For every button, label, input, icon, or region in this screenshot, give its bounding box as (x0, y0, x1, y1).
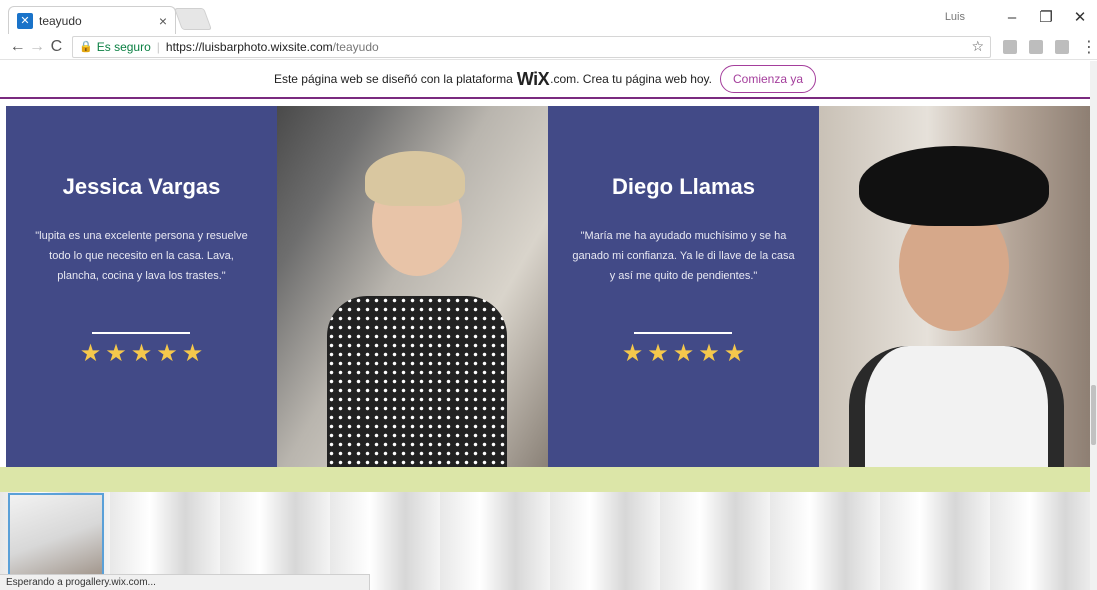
testimonial-name: Jessica Vargas (62, 174, 221, 199)
tab-strip: ✕ teayudo × Luis – ❐ ✕ (0, 0, 1097, 34)
star-icon: ★ (723, 340, 746, 367)
wix-logo: WiX (516, 68, 550, 89)
start-now-button[interactable]: Comienza ya (720, 65, 817, 93)
gallery-thumbnail[interactable] (8, 493, 104, 583)
divider (634, 332, 732, 334)
testimonial-name: Diego Llamas (611, 174, 756, 199)
page-scrollbar[interactable] (1090, 61, 1097, 590)
address-bar-row: ← → C 🔒 Es seguro | https://luisbarphoto… (0, 34, 1097, 60)
url-host: https://luisbarphoto.wixsite.com (165, 39, 333, 54)
cast-icon[interactable] (1029, 39, 1044, 54)
star-icon: ★ (672, 340, 695, 367)
star-icon: ★ (105, 340, 127, 367)
wix-banner: Este página web se diseñó con la platafo… (0, 61, 1090, 99)
divider (92, 332, 190, 334)
portrait-hat (859, 146, 1049, 226)
portrait-shirt (849, 346, 1064, 467)
portrait-dress (327, 296, 507, 467)
window-controls: Luis – ❐ ✕ (945, 0, 1097, 34)
back-icon[interactable]: ← (8, 38, 27, 56)
secure-label: Es seguro (96, 39, 151, 54)
extension-icon[interactable] (1003, 39, 1018, 54)
star-icon: ★ (181, 340, 204, 367)
testimonial-quote: "María me ha ayudado muchísimo y se ha g… (572, 230, 795, 282)
star-icon: ★ (698, 340, 720, 367)
star-icon: ★ (156, 340, 178, 367)
testimonials-strip: Jessica Vargas "lupita es una excelente … (6, 106, 1090, 467)
profile-badge[interactable]: Luis (945, 11, 965, 23)
star-icon: ★ (621, 340, 644, 367)
wix-favicon-icon: ✕ (17, 12, 33, 29)
browser-tab[interactable]: ✕ teayudo × (8, 6, 176, 34)
extension-icons (1003, 39, 1070, 54)
close-tab-icon[interactable]: × (159, 13, 167, 29)
star-icon: ★ (130, 340, 153, 367)
testimonial-photo-man (819, 106, 1090, 467)
close-window-icon[interactable]: ✕ (1063, 8, 1097, 26)
rating-stars: ★ ★ ★ ★ ★ (548, 342, 819, 366)
tab-title: teayudo (39, 13, 82, 28)
extension-icon[interactable] (1055, 39, 1070, 54)
banner-text: Este página web se diseñó con la platafo… (273, 72, 513, 86)
restore-icon[interactable]: ❐ (1029, 8, 1063, 26)
rating-stars: ★ ★ ★ ★ ★ (6, 342, 277, 366)
green-band (0, 467, 1090, 492)
url-separator: | (156, 39, 160, 54)
testimonial-card: Diego Llamas "María me ha ayudado muchís… (548, 106, 819, 467)
lock-icon: 🔒 (79, 41, 93, 53)
scrollbar-thumb[interactable] (1091, 385, 1096, 445)
testimonial-quote: "lupita es una excelente persona y resue… (35, 230, 248, 282)
reload-icon[interactable]: C (47, 38, 66, 56)
portrait-hair (365, 151, 465, 206)
testimonial-card: Jessica Vargas "lupita es una excelente … (6, 106, 277, 467)
new-tab-button[interactable] (173, 8, 213, 30)
banner-suffix: .com. Crea tu página web hoy. (550, 72, 712, 86)
star-icon: ★ (79, 340, 102, 367)
browser-menu-icon[interactable]: ⋮ (1081, 37, 1097, 57)
minimize-icon[interactable]: – (995, 9, 1029, 26)
star-icon: ★ (647, 340, 669, 367)
testimonial-photo-woman (277, 106, 548, 467)
url-path: /teayudo (332, 39, 379, 54)
status-bar: Esperando a progallery.wix.com... (0, 574, 370, 590)
url-input[interactable]: 🔒 Es seguro | https://luisbarphoto.wixsi… (72, 35, 992, 58)
forward-icon[interactable]: → (27, 38, 46, 56)
bookmark-star-icon[interactable]: ☆ (971, 38, 984, 55)
